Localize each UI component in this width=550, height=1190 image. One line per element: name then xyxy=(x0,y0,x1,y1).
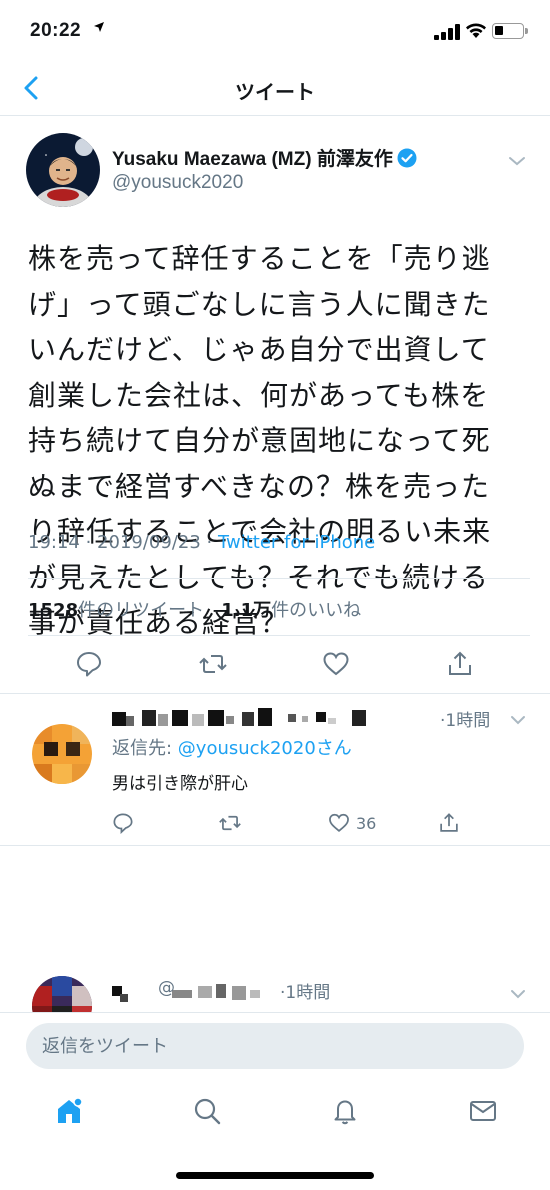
tab-home[interactable] xyxy=(54,1096,84,1126)
reply-text: 男は引き際が肝心 xyxy=(112,774,248,794)
retweets-label: 件のリツイート xyxy=(78,600,205,621)
reply-tweet[interactable]: @ ·1時間 xyxy=(0,846,550,1012)
likes-stat[interactable]: 1.1万件のいいね xyxy=(221,600,361,621)
tweet-text-line: 株を売って辞任することを「売り逃 xyxy=(28,242,491,275)
reply-action-bar: 36 xyxy=(112,812,512,838)
tweet-timestamp: 19:14 · 2019/09/23 · Twitter for iPhone xyxy=(28,532,375,553)
chevron-down-icon xyxy=(509,157,525,166)
battery-icon xyxy=(492,23,528,39)
cellular-signal-icon xyxy=(434,24,460,40)
share-button[interactable] xyxy=(438,812,460,834)
reply-to-line: 返信先: @yousuck2020さん xyxy=(112,734,352,760)
share-button[interactable] xyxy=(446,650,474,678)
tweet-text-line: げ」って頭ごなしに言う人に聞きた xyxy=(28,287,491,321)
reply-to-prefix: 返信先: xyxy=(112,738,178,759)
reply-menu-button[interactable] xyxy=(510,984,526,1003)
chevron-down-icon xyxy=(511,716,525,725)
chevron-down-icon xyxy=(511,990,525,999)
tweet-text-line: ぬまで経営すべきなの？株を売った xyxy=(28,469,491,503)
share-icon xyxy=(440,813,458,832)
wifi-icon xyxy=(465,21,487,43)
tweet-source-link[interactable]: Twitter for iPhone xyxy=(218,532,375,553)
compose-bar xyxy=(0,1012,550,1082)
retweet-button[interactable] xyxy=(218,812,242,834)
author-name[interactable]: Yusaku Maezawa (MZ) 前澤友作 xyxy=(112,144,417,174)
navigation-bar: ツイート xyxy=(0,64,550,116)
reply-time: ·1時間 xyxy=(280,983,331,1003)
like-count: 36 xyxy=(356,814,377,833)
tab-messages[interactable] xyxy=(468,1096,498,1126)
like-button[interactable] xyxy=(322,650,350,678)
reply-button[interactable] xyxy=(112,812,134,835)
share-icon xyxy=(449,651,471,675)
tweet-action-bar xyxy=(0,636,550,694)
meta-separator: · xyxy=(79,532,98,553)
avatar[interactable] xyxy=(26,133,100,207)
avatar[interactable] xyxy=(32,976,92,1012)
author-handle[interactable]: @yousuck2020 xyxy=(112,172,243,194)
tweet-date: 2019/09/23 xyxy=(97,532,201,553)
search-icon xyxy=(194,1098,221,1125)
mail-icon xyxy=(470,1101,496,1121)
reply-compose-input[interactable] xyxy=(26,1023,524,1069)
tweet-text-line: 持ち続けて自分が意固地になって死 xyxy=(28,424,491,457)
tab-search[interactable] xyxy=(192,1096,222,1126)
retweets-stat[interactable]: 1528件のリツイート xyxy=(28,600,204,621)
tweet-text-line: いんだけど、じゃあ自分で出資して xyxy=(28,333,490,366)
likes-label: 件のいいね xyxy=(271,600,362,621)
tab-bar xyxy=(0,1082,550,1142)
reply-button[interactable] xyxy=(75,650,103,678)
home-indicator[interactable] xyxy=(176,1172,374,1179)
retweet-icon xyxy=(219,815,241,831)
tab-notifications[interactable] xyxy=(330,1096,360,1126)
heart-icon xyxy=(329,813,349,832)
likes-count: 1.1万 xyxy=(221,600,272,621)
blurred-user-name xyxy=(112,708,366,726)
retweets-count: 1528 xyxy=(28,600,79,621)
tweet-stats: 1528件のリツイート 1.1万件のいいね xyxy=(28,578,530,636)
tweet-menu-button[interactable] xyxy=(508,152,526,171)
heart-icon xyxy=(323,652,349,676)
avatar[interactable] xyxy=(32,724,92,784)
verified-badge-icon xyxy=(397,148,417,174)
reply-time: ·1時間 xyxy=(440,711,491,731)
location-arrow-icon xyxy=(93,21,105,37)
meta-separator: · xyxy=(200,532,218,553)
reply-tweet[interactable]: ·1時間 返信先: @yousuck2020さん 男は引き際が肝心 36 xyxy=(0,694,550,846)
page-title: ツイート xyxy=(235,80,315,104)
reply-icon xyxy=(77,652,101,677)
reply-handle: @ xyxy=(158,978,175,998)
bell-icon xyxy=(334,1100,356,1125)
tweet-text-line: 創業した会社は、何があっても株を xyxy=(28,378,490,412)
reply-to-mention[interactable]: @yousuck2020さん xyxy=(178,738,352,759)
reply-icon xyxy=(113,813,133,835)
retweet-button[interactable] xyxy=(198,650,228,678)
tweet-time: 19:14 xyxy=(28,532,80,553)
author-name-text: Yusaku Maezawa (MZ) 前澤友作 xyxy=(112,149,393,170)
status-time: 20:22 xyxy=(30,20,82,41)
reply-menu-button[interactable] xyxy=(510,710,526,729)
status-bar: 20:22 xyxy=(0,0,550,64)
home-icon xyxy=(58,1097,83,1123)
retweet-icon xyxy=(199,655,227,673)
blurred-user-name xyxy=(112,984,260,1002)
